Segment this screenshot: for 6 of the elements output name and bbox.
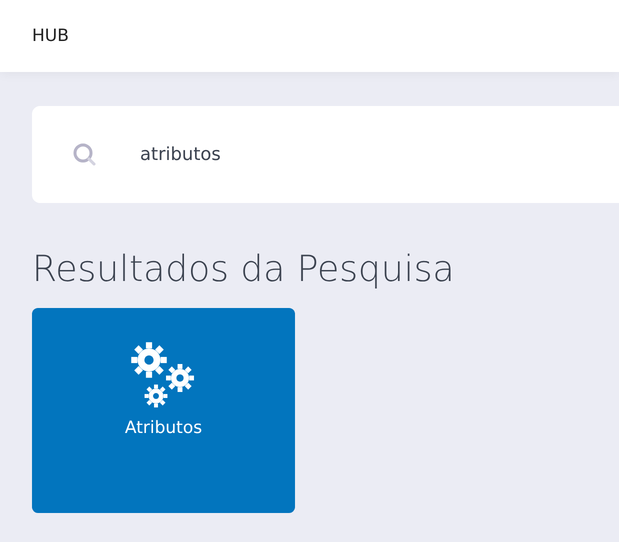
gears-icon [130, 342, 196, 408]
result-tile[interactable]: Atributos [32, 308, 295, 513]
app-title: HUB [32, 26, 69, 46]
search-icon [72, 142, 98, 168]
results-heading: Resultados da Pesquisa [32, 249, 456, 290]
search-field[interactable]: atributos [138, 143, 442, 166]
